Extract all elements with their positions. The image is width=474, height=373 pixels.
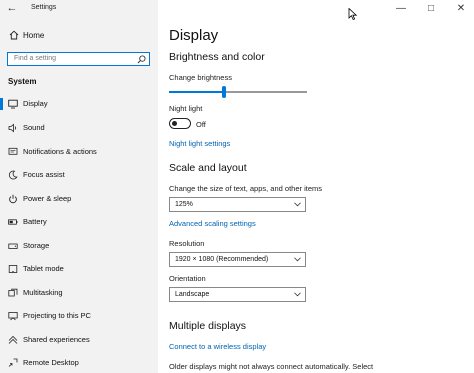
scale-dropdown[interactable]: 125% bbox=[169, 197, 306, 212]
brightness-label: Change brightness bbox=[169, 73, 232, 82]
search-placeholder: Find a setting bbox=[14, 55, 57, 62]
orientation-label: Orientation bbox=[169, 274, 206, 283]
toggle-knob bbox=[172, 120, 177, 126]
projector-icon bbox=[8, 312, 18, 321]
connect-wireless-display-link[interactable]: Connect to a wireless display bbox=[169, 342, 266, 351]
sidebar-item-label: Tablet mode bbox=[23, 264, 64, 273]
sidebar-item-label: Notifications & actions bbox=[23, 147, 97, 156]
sidebar-item-label: Battery bbox=[23, 217, 47, 226]
orientation-dropdown[interactable]: Landscape bbox=[169, 287, 306, 302]
page-title: Display bbox=[169, 27, 219, 44]
sidebar-item-notifications[interactable]: Notifications & actions bbox=[0, 143, 158, 161]
tablet-icon bbox=[8, 265, 18, 273]
sidebar-item-multitasking[interactable]: Multitasking bbox=[0, 284, 158, 302]
sidebar-item-label: Sound bbox=[23, 123, 45, 132]
power-icon bbox=[9, 194, 17, 204]
sidebar-item-battery[interactable]: Battery bbox=[0, 213, 158, 231]
home-nav-item[interactable]: Home bbox=[0, 28, 158, 44]
sidebar-item-label: Storage bbox=[23, 241, 50, 250]
sidebar-item-label: Power & sleep bbox=[23, 194, 72, 203]
scale-layout-heading: Scale and layout bbox=[169, 162, 247, 174]
sidebar-item-shared-experiences[interactable]: Shared experiences bbox=[0, 331, 158, 349]
moon-icon bbox=[8, 170, 18, 180]
back-arrow-icon[interactable]: ← bbox=[5, 1, 19, 15]
resolution-dropdown[interactable]: 1920 × 1080 (Recommended) bbox=[169, 252, 306, 267]
chevron-down-icon bbox=[294, 257, 301, 262]
shared-icon bbox=[8, 335, 18, 344]
title-bar: ← Settings bbox=[0, 0, 158, 18]
scale-dropdown-value: 125% bbox=[175, 201, 193, 208]
sidebar-item-projecting[interactable]: Projecting to this PC bbox=[0, 307, 158, 325]
multiple-displays-heading: Multiple displays bbox=[169, 320, 247, 332]
slider-fill bbox=[169, 91, 224, 93]
advanced-scaling-link[interactable]: Advanced scaling settings bbox=[169, 219, 256, 228]
sidebar: ← Settings Home Find a setting System Di… bbox=[0, 0, 158, 373]
sidebar-item-focus-assist[interactable]: Focus assist bbox=[0, 166, 158, 184]
resolution-dropdown-value: 1920 × 1080 (Recommended) bbox=[175, 256, 269, 263]
speaker-icon bbox=[8, 123, 17, 133]
sidebar-item-label: Shared experiences bbox=[23, 335, 90, 344]
multitasking-icon bbox=[8, 288, 18, 297]
storage-icon bbox=[8, 243, 18, 249]
brightness-slider[interactable] bbox=[169, 86, 307, 98]
home-label: Home bbox=[23, 31, 45, 40]
slider-thumb[interactable] bbox=[222, 86, 226, 98]
chevron-down-icon bbox=[294, 202, 301, 207]
night-light-label: Night light bbox=[169, 104, 203, 113]
notification-icon bbox=[8, 147, 18, 155]
sidebar-item-sound[interactable]: Sound bbox=[0, 119, 158, 137]
maximize-icon[interactable]: □ bbox=[424, 2, 438, 16]
sidebar-item-power-sleep[interactable]: Power & sleep bbox=[0, 190, 158, 208]
sidebar-item-label: Projecting to this PC bbox=[23, 311, 91, 320]
search-input[interactable]: Find a setting bbox=[7, 52, 150, 66]
night-light-settings-link[interactable]: Night light settings bbox=[169, 139, 230, 148]
battery-icon bbox=[8, 219, 18, 225]
section-label-system: System bbox=[8, 77, 37, 86]
remote-icon bbox=[8, 358, 18, 367]
sidebar-item-remote-desktop[interactable]: Remote Desktop bbox=[0, 354, 158, 372]
main-content: — □ ✕ Display Brightness and color Chang… bbox=[158, 0, 474, 373]
night-light-toggle[interactable] bbox=[169, 118, 191, 129]
sidebar-item-label: Multitasking bbox=[23, 288, 63, 297]
app-title: Settings bbox=[31, 4, 57, 11]
orientation-dropdown-value: Landscape bbox=[175, 291, 210, 298]
home-icon bbox=[9, 30, 19, 40]
minimize-icon[interactable]: — bbox=[394, 2, 408, 16]
sidebar-item-label: Remote Desktop bbox=[23, 358, 79, 367]
search-icon[interactable] bbox=[137, 55, 146, 64]
multiple-displays-description: Older displays might not always connect … bbox=[169, 362, 374, 371]
chevron-down-icon bbox=[294, 292, 301, 297]
sidebar-item-tablet-mode[interactable]: Tablet mode bbox=[0, 260, 158, 278]
sidebar-item-label: Focus assist bbox=[23, 170, 65, 179]
brightness-heading: Brightness and color bbox=[169, 51, 265, 63]
sidebar-item-label: Display bbox=[23, 99, 48, 108]
text-size-label: Change the size of text, apps, and other… bbox=[169, 184, 323, 193]
night-light-state: Off bbox=[196, 120, 206, 129]
resolution-label: Resolution bbox=[169, 239, 205, 248]
close-icon[interactable]: ✕ bbox=[454, 2, 468, 16]
window-controls: — □ ✕ bbox=[384, 0, 474, 18]
mouse-cursor-icon bbox=[348, 8, 358, 20]
monitor-icon bbox=[8, 99, 18, 109]
sidebar-item-display[interactable]: Display bbox=[0, 95, 158, 113]
sidebar-item-storage[interactable]: Storage bbox=[0, 237, 158, 255]
